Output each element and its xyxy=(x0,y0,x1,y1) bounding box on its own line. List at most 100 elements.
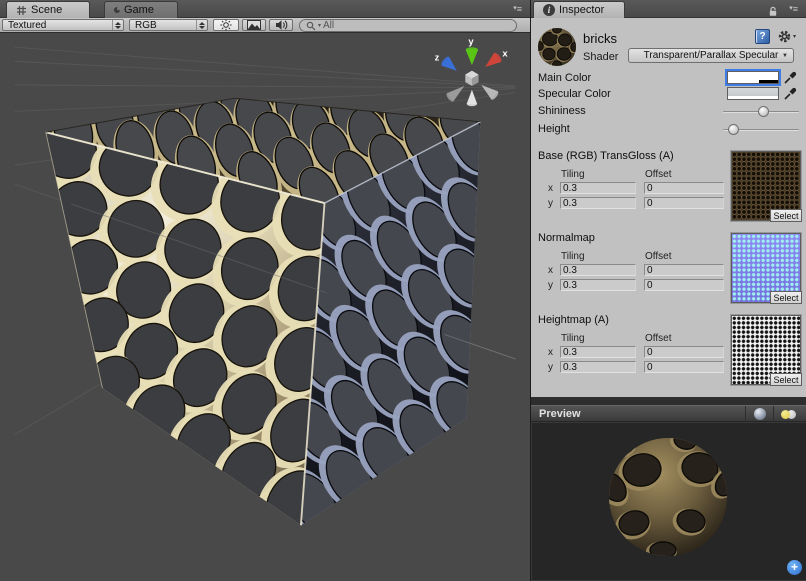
material-preview-area[interactable]: + xyxy=(531,422,806,581)
heightmap-section: Heightmap (A) Tiling Offset x y Select xyxy=(531,314,806,396)
map-title: Heightmap (A) xyxy=(538,314,609,326)
dropdown-arrows-icon xyxy=(112,20,121,30)
normal-tiling-x-input[interactable] xyxy=(560,264,636,276)
normalmap-select-button[interactable]: Select xyxy=(770,291,802,304)
tab-scene-label: Scene xyxy=(31,4,62,16)
shader-dropdown[interactable]: Transparent/Parallax Specular ▼ xyxy=(628,48,794,63)
tiling-label: Tiling xyxy=(561,333,585,344)
inspector-body: bricks ? ▾ Shader Transparent/Parallax S… xyxy=(531,18,806,397)
gear-dropdown-arrow-icon: ▾ xyxy=(793,33,796,40)
render-mode-dropdown[interactable]: Textured xyxy=(2,19,124,31)
material-name: bricks xyxy=(583,31,617,46)
search-text: All xyxy=(323,20,334,31)
y-label: y xyxy=(548,198,553,209)
height-offset-x-input[interactable] xyxy=(644,346,724,358)
shininess-label: Shininess xyxy=(538,105,586,118)
skybox-toggle-button[interactable] xyxy=(242,19,266,31)
height-offset-y-input[interactable] xyxy=(644,361,724,373)
tab-inspector-label: Inspector xyxy=(559,4,604,16)
shader-label: Shader xyxy=(583,51,618,63)
height-label: Height xyxy=(538,123,570,136)
main-color-eyedropper-icon[interactable] xyxy=(783,70,798,85)
material-preview-icon xyxy=(537,27,577,67)
height-slider[interactable] xyxy=(723,124,799,136)
shader-value: Transparent/Parallax Specular xyxy=(644,50,779,61)
search-filter-arrow-icon: ▾ xyxy=(318,22,321,29)
tab-game[interactable]: Game xyxy=(104,1,178,18)
assetbundle-plus-button[interactable]: + xyxy=(787,560,802,575)
lock-icon[interactable] xyxy=(767,5,779,17)
specular-color-label: Specular Color xyxy=(538,88,611,101)
shader-dropdown-arrow-icon: ▼ xyxy=(782,53,788,59)
preview-header: Preview xyxy=(531,405,806,422)
alpha-bar xyxy=(728,80,778,83)
normal-offset-x-input[interactable] xyxy=(644,264,724,276)
svg-text:x: x xyxy=(502,49,508,60)
scene-panel-menu-icon[interactable]: ▾≡ xyxy=(513,4,522,14)
scene-viewport[interactable]: yxz xyxy=(0,33,530,581)
render-mode-value: Textured xyxy=(8,20,46,31)
specular-color-swatch[interactable] xyxy=(727,87,779,100)
scene-grid-icon xyxy=(16,5,27,16)
scene-search-input[interactable]: ▾ All xyxy=(299,19,517,32)
height-tiling-x-input[interactable] xyxy=(560,346,636,358)
map-title: Normalmap xyxy=(538,232,595,244)
tab-inspector[interactable]: i Inspector xyxy=(533,1,625,18)
alpha-bar xyxy=(728,96,778,99)
preview-title: Preview xyxy=(539,408,581,420)
scene-3d-canvas[interactable]: yxz xyxy=(0,33,530,581)
base-tiling-y-input[interactable] xyxy=(560,197,636,209)
preview-sphere-canvas xyxy=(531,422,806,581)
game-icon xyxy=(113,6,121,14)
help-icon[interactable]: ? xyxy=(755,29,770,44)
speaker-icon xyxy=(275,19,288,31)
main-color-swatch[interactable] xyxy=(727,71,779,84)
offset-label: Offset xyxy=(645,251,672,262)
normal-offset-y-input[interactable] xyxy=(644,279,724,291)
normalmap-section: Normalmap Tiling Offset x y Select xyxy=(531,232,806,314)
base-offset-x-input[interactable] xyxy=(644,182,724,194)
lighting-toggle-button[interactable] xyxy=(213,19,239,31)
scene-tabbar: Scene Game ▾≡ xyxy=(0,0,530,18)
sphere-icon xyxy=(754,408,766,420)
main-color-label: Main Color xyxy=(538,72,591,85)
scene-panel: Scene Game ▾≡ Textured RGB xyxy=(0,0,530,581)
tiling-label: Tiling xyxy=(561,251,585,262)
height-tiling-y-input[interactable] xyxy=(560,361,636,373)
preview-lighting-button[interactable] xyxy=(773,406,803,422)
info-icon: i xyxy=(543,4,555,16)
x-label: x xyxy=(548,183,553,194)
audio-toggle-button[interactable] xyxy=(269,19,293,31)
map-title: Base (RGB) TransGloss (A) xyxy=(538,150,674,162)
x-label: x xyxy=(548,265,553,276)
normal-tiling-y-input[interactable] xyxy=(560,279,636,291)
specular-color-eyedropper-icon[interactable] xyxy=(783,86,798,101)
image-icon xyxy=(247,20,261,30)
base-tiling-x-input[interactable] xyxy=(560,182,636,194)
tab-game-label: Game xyxy=(124,4,154,16)
inspector-panel-menu-icon[interactable]: ▾≡ xyxy=(789,4,798,14)
base-map-section: Base (RGB) TransGloss (A) Tiling Offset … xyxy=(531,150,806,232)
tab-scene[interactable]: Scene xyxy=(6,1,90,18)
height-slider-thumb[interactable] xyxy=(728,124,739,135)
y-label: y xyxy=(548,362,553,373)
color-mode-dropdown[interactable]: RGB xyxy=(129,19,208,31)
gear-glyph-icon xyxy=(777,29,792,44)
shininess-slider[interactable] xyxy=(723,106,799,118)
offset-label: Offset xyxy=(645,333,672,344)
y-label: y xyxy=(548,280,553,291)
base-offset-y-input[interactable] xyxy=(644,197,724,209)
search-icon xyxy=(306,21,316,31)
dropdown-arrows-icon xyxy=(196,20,205,30)
svg-text:y: y xyxy=(468,36,474,47)
preview-sphere-button[interactable] xyxy=(745,406,773,422)
light-on-icon xyxy=(781,410,790,419)
color-mode-value: RGB xyxy=(135,20,157,31)
inspector-tabbar: i Inspector ▾≡ xyxy=(531,0,806,18)
unity-editor-window: Scene Game ▾≡ Textured RGB xyxy=(0,0,806,581)
gear-icon[interactable]: ▾ xyxy=(777,29,797,44)
heightmap-select-button[interactable]: Select xyxy=(770,373,802,386)
shininess-slider-thumb[interactable] xyxy=(758,106,769,117)
base-select-button[interactable]: Select xyxy=(770,209,802,222)
preview-divider[interactable] xyxy=(531,397,806,405)
